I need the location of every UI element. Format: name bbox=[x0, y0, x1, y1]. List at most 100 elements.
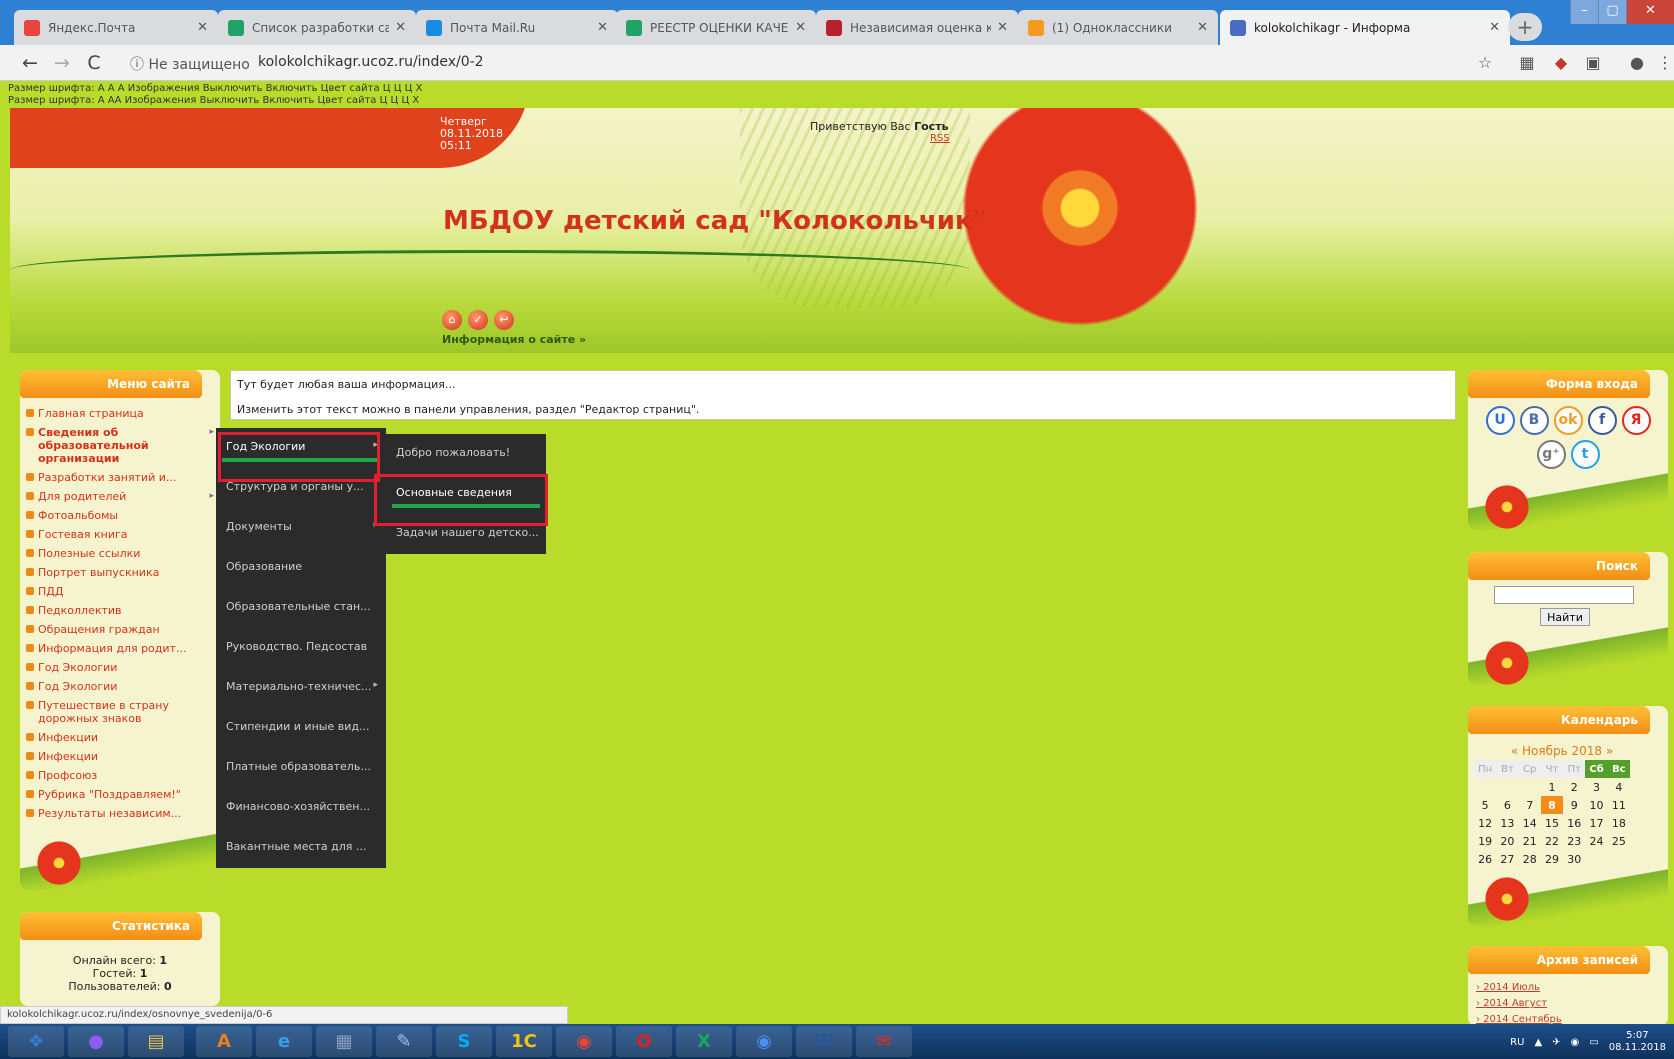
google-icon[interactable]: g⁺ bbox=[1536, 440, 1566, 469]
menu-item[interactable]: Обращения граждан bbox=[24, 620, 214, 639]
extension-2-icon[interactable]: ▣ bbox=[1584, 54, 1602, 72]
submenu-item[interactable]: Образование bbox=[216, 548, 386, 588]
minimize-button[interactable]: – bbox=[1570, 0, 1598, 24]
menu-item[interactable]: Педколлектив bbox=[24, 601, 214, 620]
taskbar-file-explorer-icon[interactable]: ▤ bbox=[128, 1026, 184, 1057]
accessibility-line-2[interactable]: Размер шрифта: А АА Изображения Выключит… bbox=[8, 95, 422, 107]
taskbar-start-icon[interactable]: ❖ bbox=[8, 1026, 64, 1057]
tab-close-icon[interactable]: ✕ bbox=[395, 20, 406, 35]
odnoklassniki-icon[interactable]: ok bbox=[1553, 406, 1583, 435]
facebook-icon[interactable]: f bbox=[1587, 406, 1617, 435]
taskbar-chrome-icon[interactable]: ◉ bbox=[556, 1026, 612, 1057]
new-tab-button[interactable]: + bbox=[1508, 13, 1542, 41]
calendar-day[interactable]: 24 bbox=[1585, 832, 1607, 850]
calendar-day[interactable]: 9 bbox=[1563, 796, 1585, 814]
check-icon[interactable]: ✓ bbox=[468, 310, 488, 330]
calendar-day[interactable]: 13 bbox=[1496, 814, 1518, 832]
menu-item[interactable]: Результаты независим... bbox=[24, 804, 214, 823]
tab-close-icon[interactable]: ✕ bbox=[1489, 20, 1500, 35]
calendar-day[interactable]: 4 bbox=[1608, 778, 1630, 796]
browser-tab[interactable]: Независимая оценка каче ✕ bbox=[816, 10, 1018, 45]
menu-item[interactable]: Разработки занятий и... bbox=[24, 468, 214, 487]
calendar-day[interactable]: 17 bbox=[1585, 814, 1607, 832]
menu-item[interactable]: Гостевая книга bbox=[24, 525, 214, 544]
submenu-item[interactable]: Финансово-хозяйствен... bbox=[216, 788, 386, 828]
submenu-item[interactable]: Образовательные стан... bbox=[216, 588, 386, 628]
maximize-button[interactable]: ▢ bbox=[1598, 0, 1626, 24]
menu-item[interactable]: Полезные ссылки bbox=[24, 544, 214, 563]
bookmark-star-icon[interactable]: ☆ bbox=[1476, 54, 1494, 72]
calendar-day[interactable]: 3 bbox=[1585, 778, 1607, 796]
taskbar-chrome-active-icon[interactable]: ◉ bbox=[736, 1026, 792, 1057]
calendar-day[interactable]: 14 bbox=[1519, 814, 1541, 832]
submenu-item[interactable]: Материально-техничес... ▸ bbox=[216, 668, 386, 708]
calendar-day[interactable]: 11 bbox=[1608, 796, 1630, 814]
calendar-day[interactable]: 10 bbox=[1585, 796, 1607, 814]
security-indicator[interactable]: ⓘ Не защищено bbox=[130, 54, 250, 74]
taskbar-voice-assistant-icon[interactable]: ● bbox=[68, 1026, 124, 1057]
vk-icon[interactable]: В bbox=[1519, 406, 1549, 435]
login-icon[interactable]: ↩ bbox=[494, 310, 514, 330]
calendar-month-nav[interactable]: « Ноябрь 2018 » bbox=[1468, 744, 1656, 758]
taskbar-calculator-icon[interactable]: ▦ bbox=[316, 1026, 372, 1057]
menu-item[interactable]: Сведения об образовательной организации ▸ bbox=[24, 423, 214, 468]
browser-tab[interactable]: (1) Одноклассники ✕ bbox=[1018, 10, 1218, 45]
ucoz-icon[interactable]: U bbox=[1485, 406, 1515, 435]
menu-item[interactable]: Путешествие в страну дорожных знаков bbox=[24, 696, 214, 728]
taskbar-excel-icon[interactable]: X bbox=[676, 1026, 732, 1057]
menu-item[interactable]: Инфекции bbox=[24, 747, 214, 766]
network-icon[interactable]: ✈ bbox=[1552, 1037, 1560, 1048]
chrome-menu-icon[interactable]: ⋮ bbox=[1656, 54, 1674, 72]
back-icon[interactable]: ← bbox=[18, 51, 42, 75]
submenu-item[interactable]: Платные образователь... bbox=[216, 748, 386, 788]
menu-item[interactable]: Профсоюз bbox=[24, 766, 214, 785]
menu-item[interactable]: Информация для родит... bbox=[24, 639, 214, 658]
submenu-item[interactable]: Вакантные места для ... bbox=[216, 828, 386, 868]
submenu-item[interactable]: Руководство. Педсостав bbox=[216, 628, 386, 668]
archive-link[interactable]: 2014 Август bbox=[1476, 996, 1562, 1012]
taskbar-word-icon[interactable]: W bbox=[796, 1026, 852, 1057]
archive-link[interactable]: 2014 Июль bbox=[1476, 980, 1562, 996]
home-icon[interactable]: ⌂ bbox=[442, 310, 462, 330]
taskbar-avast-icon[interactable]: A bbox=[196, 1026, 252, 1057]
search-input[interactable] bbox=[1494, 586, 1634, 604]
volume-icon[interactable]: ◉ bbox=[1571, 1037, 1580, 1048]
menu-item[interactable]: ПДД bbox=[24, 582, 214, 601]
site-info-link[interactable]: Информация о сайте » bbox=[442, 333, 586, 346]
system-clock[interactable]: 5:07 08.11.2018 bbox=[1609, 1030, 1666, 1054]
tab-close-icon[interactable]: ✕ bbox=[197, 20, 208, 35]
calendar-day[interactable]: 8 bbox=[1540, 796, 1564, 814]
address-bar[interactable]: kolokolchikagr.ucoz.ru/index/0-2 bbox=[258, 54, 484, 70]
browser-tab[interactable]: РЕЕСТР ОЦЕНКИ КАЧЕСТВ ✕ bbox=[616, 10, 816, 45]
calendar-day[interactable]: 21 bbox=[1519, 832, 1541, 850]
window-close-button[interactable]: ✕ bbox=[1626, 0, 1674, 24]
apps-grid-icon[interactable]: ▦ bbox=[1518, 54, 1536, 72]
profile-avatar-icon[interactable]: ● bbox=[1628, 54, 1646, 72]
browser-tab[interactable]: Почта Mail.Ru ✕ bbox=[416, 10, 618, 45]
yandex-icon[interactable]: Я bbox=[1621, 406, 1651, 435]
submenu-item[interactable]: Стипендии и иные вид... bbox=[216, 708, 386, 748]
taskbar-1c-icon[interactable]: 1С bbox=[496, 1026, 552, 1057]
accessibility-line-1[interactable]: Размер шрифта: А А А Изображения Выключи… bbox=[8, 83, 422, 95]
browser-tab[interactable]: kolokolchikagr - Информа ✕ bbox=[1220, 10, 1510, 45]
menu-item[interactable]: Рубрика "Поздравляем!" bbox=[24, 785, 214, 804]
tab-close-icon[interactable]: ✕ bbox=[795, 20, 806, 35]
calendar-day[interactable]: 1 bbox=[1541, 778, 1563, 796]
menu-item[interactable]: Год Экологии bbox=[24, 677, 214, 696]
taskbar-opera-icon[interactable]: O bbox=[616, 1026, 672, 1057]
twitter-icon[interactable]: t bbox=[1570, 440, 1600, 469]
menu-item[interactable]: Фотоальбомы bbox=[24, 506, 214, 525]
tab-close-icon[interactable]: ✕ bbox=[597, 20, 608, 35]
forward-icon[interactable]: → bbox=[50, 51, 74, 75]
taskbar-paint-icon[interactable]: ✎ bbox=[376, 1026, 432, 1057]
calendar-day[interactable]: 5 bbox=[1474, 796, 1496, 814]
rss-link[interactable]: RSS bbox=[930, 133, 950, 144]
menu-item[interactable]: Главная страница bbox=[24, 404, 214, 423]
menu-item[interactable]: Инфекции bbox=[24, 728, 214, 747]
browser-tab[interactable]: Список разработки сайта к ✕ bbox=[218, 10, 416, 45]
tray-expand-icon[interactable]: ▲ bbox=[1534, 1037, 1542, 1048]
taskbar-internet-explorer-icon[interactable]: e bbox=[256, 1026, 312, 1057]
calendar-day[interactable]: 22 bbox=[1541, 832, 1563, 850]
menu-item[interactable]: Для родителей ▸ bbox=[24, 487, 214, 506]
calendar-day[interactable]: 6 bbox=[1496, 796, 1518, 814]
